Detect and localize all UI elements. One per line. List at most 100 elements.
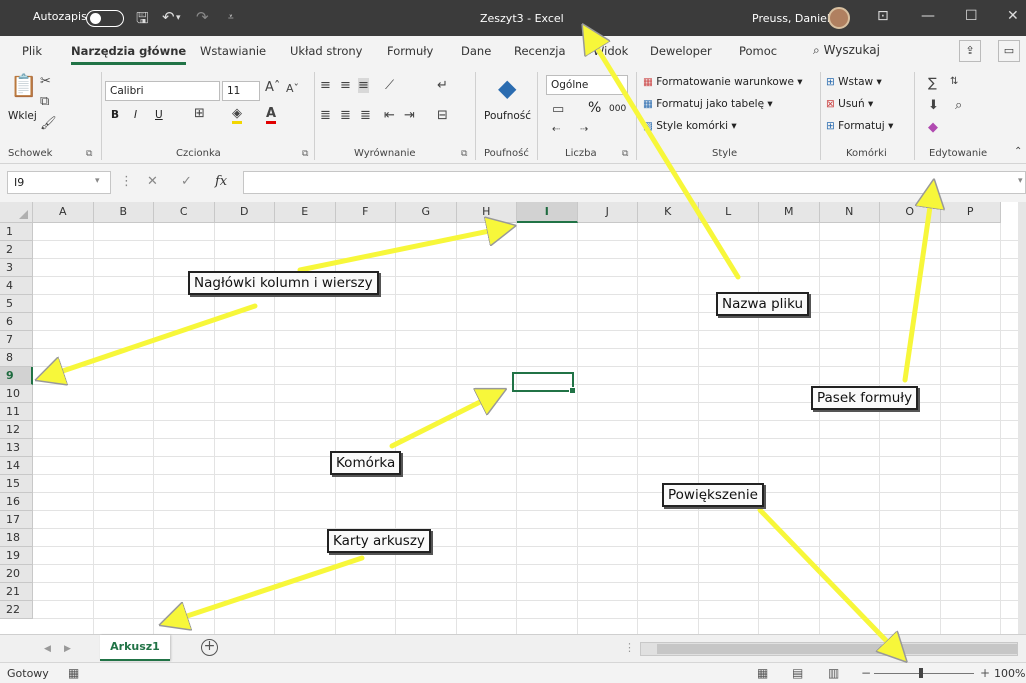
- tab-split-handle-icon[interactable]: ⋮: [624, 641, 635, 654]
- alignment-launcher-icon[interactable]: ⧉: [461, 149, 467, 159]
- column-header[interactable]: N: [819, 202, 880, 223]
- clipboard-launcher-icon[interactable]: ⧉: [86, 149, 92, 159]
- format-as-table-button[interactable]: ▦ Formatuj jako tabelę ▾: [643, 98, 773, 110]
- next-sheet-icon[interactable]: ▶: [64, 644, 71, 654]
- autosave-toggle[interactable]: [86, 10, 124, 27]
- tab-page-layout[interactable]: Układ strony: [290, 44, 362, 58]
- fill-icon[interactable]: ⬇: [928, 98, 939, 113]
- fill-color-icon[interactable]: ◈: [232, 106, 242, 124]
- column-header[interactable]: A: [33, 202, 94, 223]
- align-middle-icon[interactable]: ≡: [340, 78, 351, 93]
- row-header[interactable]: 16: [0, 493, 33, 511]
- undo-dropdown-icon[interactable]: ▾: [176, 13, 181, 23]
- grow-font-icon[interactable]: Aˆ: [265, 80, 280, 95]
- number-launcher-icon[interactable]: ⧉: [622, 149, 628, 159]
- row-header[interactable]: 8: [0, 349, 33, 367]
- zoom-level[interactable]: 100%: [994, 667, 1025, 680]
- column-header[interactable]: J: [577, 202, 638, 223]
- delete-cells-button[interactable]: ⊠ Usuń ▾: [826, 98, 873, 110]
- user-name[interactable]: Preuss, Daniel: [752, 12, 830, 25]
- format-cells-button[interactable]: ⊞ Formatuj ▾: [826, 120, 893, 132]
- row-header[interactable]: 22: [0, 601, 33, 619]
- column-header[interactable]: O: [880, 202, 941, 223]
- accounting-format-icon[interactable]: ▭: [552, 102, 564, 117]
- tab-review[interactable]: Recenzja: [514, 44, 566, 58]
- column-header[interactable]: M: [759, 202, 820, 223]
- number-format-select[interactable]: Ogólne: [546, 75, 628, 95]
- row-header[interactable]: 4: [0, 277, 33, 295]
- row-header[interactable]: 2: [0, 241, 33, 259]
- save-icon[interactable]: 🖫: [136, 8, 149, 33]
- column-header[interactable]: H: [456, 202, 517, 223]
- font-size-select[interactable]: 11: [222, 81, 260, 101]
- insert-function-button[interactable]: fx: [215, 174, 227, 189]
- font-launcher-icon[interactable]: ⧉: [302, 149, 308, 159]
- column-header[interactable]: C: [154, 202, 215, 223]
- tab-formulas[interactable]: Formuły: [387, 44, 433, 58]
- cancel-icon[interactable]: ✕: [147, 174, 158, 189]
- row-header[interactable]: 15: [0, 475, 33, 493]
- row-header[interactable]: 14: [0, 457, 33, 475]
- zoom-slider[interactable]: [874, 673, 974, 674]
- column-header[interactable]: B: [93, 202, 154, 223]
- row-header[interactable]: 7: [0, 331, 33, 349]
- format-painter-icon[interactable]: 🖌: [40, 116, 57, 131]
- tab-help[interactable]: Pomoc: [739, 44, 777, 58]
- percent-style-button[interactable]: %: [588, 100, 601, 116]
- column-header[interactable]: D: [214, 202, 275, 223]
- decrease-decimal-icon[interactable]: ⇢: [580, 124, 588, 135]
- row-header[interactable]: 11: [0, 403, 33, 421]
- increase-indent-icon[interactable]: ⇥: [404, 108, 415, 123]
- italic-button[interactable]: I: [134, 109, 137, 121]
- conditional-formatting-button[interactable]: ▦ Formatowanie warunkowe ▾: [643, 76, 803, 88]
- row-header[interactable]: 12: [0, 421, 33, 439]
- insert-cells-button[interactable]: ⊞ Wstaw ▾: [826, 76, 882, 88]
- zoom-slider-thumb[interactable]: [919, 668, 923, 678]
- tab-view[interactable]: Widok: [593, 44, 628, 58]
- zoom-out-icon[interactable]: −: [861, 666, 871, 680]
- align-right-icon[interactable]: ≣: [360, 108, 371, 123]
- minimize-icon[interactable]: —: [921, 8, 935, 24]
- user-avatar[interactable]: [828, 7, 850, 29]
- paste-button[interactable]: Wklej: [8, 110, 37, 122]
- page-break-view-icon[interactable]: ▥: [828, 666, 839, 680]
- comma-style-button[interactable]: 000: [609, 104, 626, 114]
- quick-access-menu-icon[interactable]: ⩡: [228, 12, 234, 23]
- tab-data[interactable]: Dane: [461, 44, 491, 58]
- active-cell[interactable]: [512, 372, 576, 394]
- column-header[interactable]: F: [335, 202, 396, 223]
- enter-icon[interactable]: ✓: [181, 174, 192, 189]
- row-header[interactable]: 13: [0, 439, 33, 457]
- find-select-icon[interactable]: ⌕: [955, 98, 962, 113]
- row-header[interactable]: 17: [0, 511, 33, 529]
- select-all-button[interactable]: [0, 202, 33, 223]
- search-box[interactable]: ⌕ Wyszukaj: [813, 43, 880, 58]
- increase-decimal-icon[interactable]: ⇠: [552, 124, 560, 135]
- worksheet-grid[interactable]: A B C D E F G H I J K L M N O P 1 2 3 4 5 6 7 8 9 10 11 12 13 14 15 16 1…: [0, 202, 1026, 634]
- align-bottom-icon[interactable]: ≡: [358, 78, 369, 93]
- cut-icon[interactable]: ✂: [40, 74, 51, 89]
- tab-home[interactable]: Narzędzia główne: [71, 44, 187, 65]
- expand-formula-bar-icon[interactable]: ▾: [1018, 176, 1023, 186]
- page-layout-view-icon[interactable]: ▤: [792, 666, 803, 680]
- clear-icon[interactable]: ◆: [928, 120, 938, 135]
- row-header[interactable]: 9: [0, 367, 33, 385]
- column-header[interactable]: L: [698, 202, 759, 223]
- maximize-icon[interactable]: ☐: [965, 8, 978, 24]
- shrink-font-icon[interactable]: Aˇ: [286, 82, 299, 95]
- decrease-indent-icon[interactable]: ⇤: [384, 108, 395, 123]
- sensitivity-button[interactable]: Poufność: [484, 110, 531, 122]
- formula-input[interactable]: [243, 171, 1026, 194]
- row-header[interactable]: 5: [0, 295, 33, 313]
- normal-view-icon[interactable]: ▦: [757, 666, 768, 680]
- align-center-icon[interactable]: ≣: [340, 108, 351, 123]
- column-header[interactable]: E: [275, 202, 336, 223]
- orientation-icon[interactable]: ⟋: [385, 78, 394, 93]
- share-icon[interactable]: ⇪: [959, 40, 981, 62]
- paste-icon[interactable]: 📋: [10, 74, 37, 99]
- column-header[interactable]: I: [517, 202, 578, 223]
- bold-button[interactable]: B: [111, 109, 119, 121]
- sort-filter-icon[interactable]: ⇅: [950, 76, 958, 87]
- row-header[interactable]: 10: [0, 385, 33, 403]
- cell-styles-button[interactable]: ▨ Style komórki ▾: [643, 120, 737, 132]
